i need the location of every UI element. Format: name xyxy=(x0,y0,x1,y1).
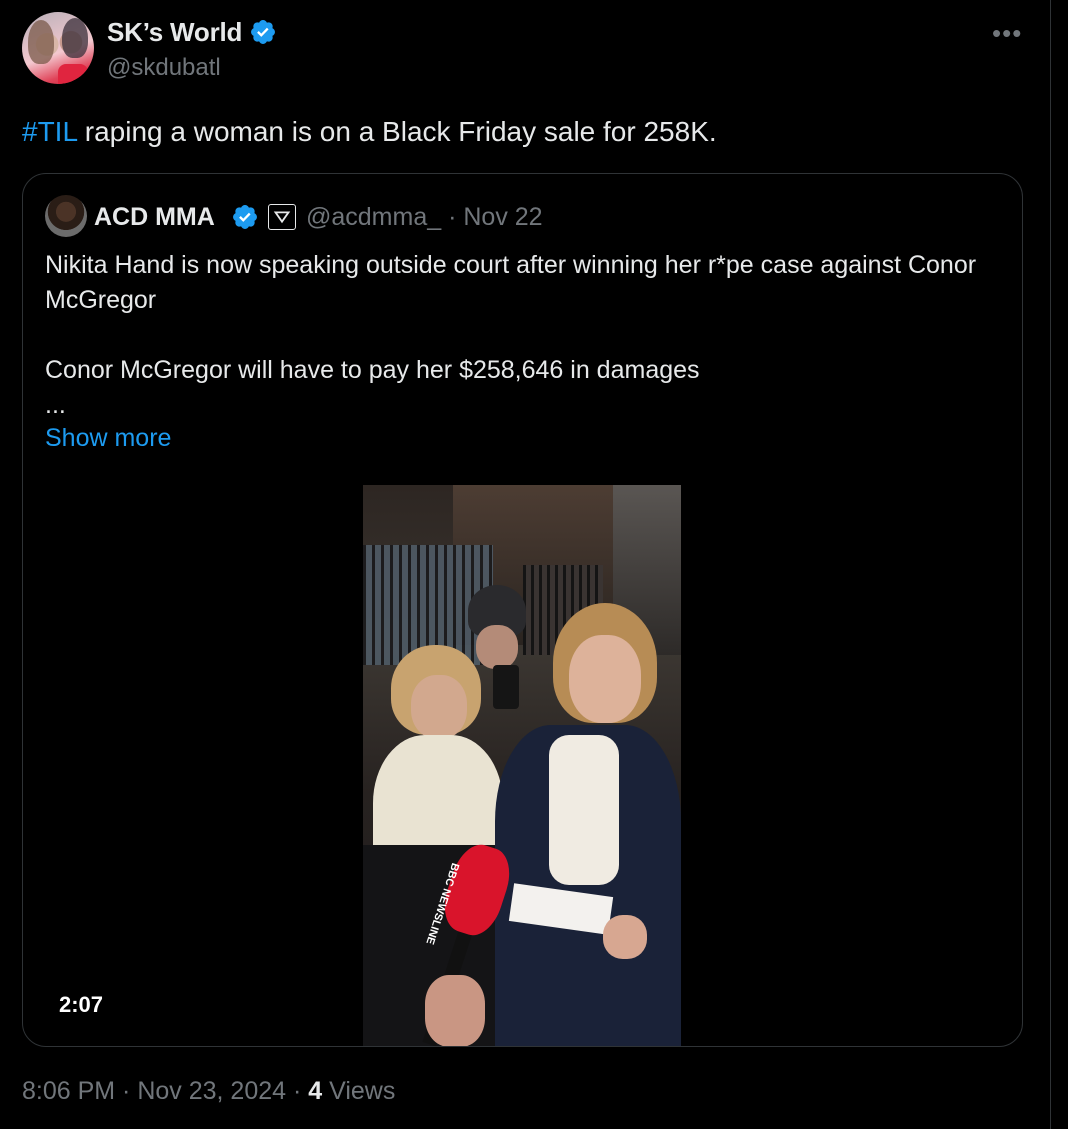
avatar-person-right xyxy=(62,18,88,58)
video-shirt xyxy=(549,735,619,885)
video-person-speaker xyxy=(569,635,641,723)
hashtag-link[interactable]: #TIL xyxy=(22,116,77,147)
verified-badge-icon[interactable] xyxy=(249,18,277,46)
views-count: 4 xyxy=(308,1077,323,1105)
more-options-button[interactable]: ••• xyxy=(992,18,1022,49)
affiliate-badge-icon xyxy=(268,204,296,230)
video-hand xyxy=(425,975,485,1046)
video-person-left xyxy=(411,675,467,739)
author-handle[interactable]: @skdubatl xyxy=(107,54,221,82)
video-person-background xyxy=(476,625,518,669)
quoted-tweet-card[interactable]: ACD MMA @acdmma_ · Nov 22 Nikita Hand is… xyxy=(22,173,1023,1047)
views-label: Views xyxy=(322,1077,396,1105)
quote-body: Nikita Hand is now speaking outside cour… xyxy=(45,248,1005,423)
quote-author-name[interactable]: ACD MMA xyxy=(94,203,215,232)
quote-handle-date[interactable]: @acdmma_ · Nov 22 xyxy=(306,203,543,232)
author-name[interactable]: SK’s World xyxy=(107,17,242,48)
quote-body-line: Conor McGregor will have to pay her $258… xyxy=(45,356,700,384)
affiliate-logo-icon xyxy=(273,211,291,224)
show-more-link[interactable]: Show more xyxy=(45,424,171,453)
avatar-person-left xyxy=(28,20,54,64)
quote-body-line: Nikita Hand is now speaking outside cour… xyxy=(45,251,977,314)
tweet-timestamp: 8:06 PM · Nov 23, 2024 · 4 Views xyxy=(22,1077,395,1106)
more-horizontal-icon: ••• xyxy=(992,18,1023,48)
video-player[interactable]: BBC NEWSLINE xyxy=(363,485,681,1046)
tweet-text: #TIL raping a woman is on a Black Friday… xyxy=(22,114,717,150)
tweet-text-body: raping a woman is on a Black Friday sale… xyxy=(77,116,717,147)
avatar-shirt xyxy=(58,64,88,84)
quote-body-ellipsis: ... xyxy=(45,391,66,419)
video-duration: 2:07 xyxy=(59,992,104,1017)
author-avatar[interactable] xyxy=(22,12,94,84)
quote-verified-badge-icon xyxy=(233,205,257,229)
video-phone xyxy=(493,665,519,709)
column-divider xyxy=(1050,0,1051,1129)
timestamp-text[interactable]: 8:06 PM · Nov 23, 2024 · xyxy=(22,1077,308,1105)
video-hand xyxy=(603,915,647,959)
quote-author-avatar[interactable] xyxy=(45,195,87,237)
